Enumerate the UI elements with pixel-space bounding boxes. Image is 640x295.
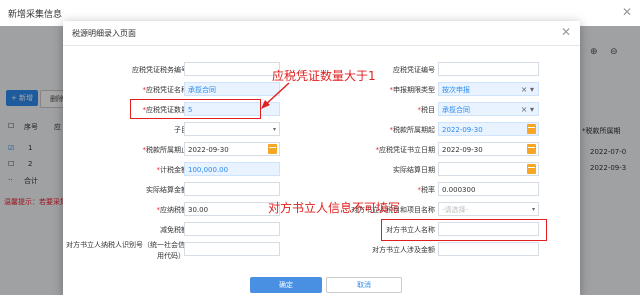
clear-caret-icon[interactable]: × ▾ <box>521 83 534 97</box>
tax-payable-input[interactable]: 30.00 <box>184 202 280 216</box>
tax-amount-label: 计税金额 <box>63 165 188 175</box>
detail-entry-dialog: 税源明细录入页面 ✕ 应税凭证税务编号 应税凭证编号 应税凭证名称 承揽合同 申… <box>63 21 580 295</box>
close-icon[interactable]: ✕ <box>561 25 571 39</box>
report-type-label: 申报期限类型 <box>310 85 435 95</box>
tax-item-select[interactable]: 承揽合同 × ▾ <box>438 102 539 116</box>
annotation-cp: 对方书立人信息不可填写 <box>268 201 401 215</box>
sub-item-select[interactable]: ▾ <box>184 122 280 136</box>
cp-item-name-value: -请选择- <box>442 206 469 214</box>
annotation-arrow <box>261 82 290 109</box>
sub-item-label: 子目 <box>174 126 188 134</box>
tax-reduction-label: 减免税额 <box>160 226 188 234</box>
calendar-icon[interactable] <box>527 164 536 174</box>
cp-item-name-select[interactable]: -请选择- ▾ <box>438 202 539 216</box>
sign-date-value: 2022-09-30 <box>442 146 483 154</box>
settle-amount-label: 实际结算金额 <box>146 186 188 194</box>
settle-date-label: 实际结算日期 <box>393 166 435 174</box>
report-type-select[interactable]: 按次申报 × ▾ <box>438 82 539 96</box>
tax-item-label: 税目 <box>310 105 435 115</box>
period-start-input[interactable]: 2022-09-30 <box>438 122 539 136</box>
period-end-value: 2022-09-30 <box>188 146 229 154</box>
cp-amount-input[interactable] <box>438 242 539 256</box>
highlight-box-qty <box>130 99 261 119</box>
settle-amount-input[interactable] <box>184 182 280 196</box>
tax-rate-input[interactable]: 0.000300 <box>438 182 539 196</box>
voucher-name-label: 应税凭证名称 <box>63 85 188 95</box>
dialog-header: 税源明细录入页面 ✕ <box>63 21 580 46</box>
period-start-value: 2022-09-30 <box>442 126 483 134</box>
calendar-icon[interactable] <box>527 144 536 154</box>
close-icon[interactable]: ✕ <box>622 5 632 19</box>
highlight-box-cp <box>381 219 547 241</box>
window-title: 新增采集信息 <box>8 10 63 20</box>
tax-amount-input[interactable]: 100,000.00 <box>184 162 280 176</box>
tax-payable-label: 应纳税额 <box>63 205 188 215</box>
cp-taxpayer-id-label: 对方书立人纳税人识别号（统一社会信用代码） <box>66 241 185 260</box>
tax-rate-label: 税率 <box>310 185 435 195</box>
period-end-label: 税款所属期止 <box>63 145 188 155</box>
tax-reduction-input[interactable] <box>184 222 280 236</box>
confirm-button[interactable]: 确定 <box>250 277 322 293</box>
voucher-no-input[interactable] <box>438 62 539 76</box>
calendar-icon[interactable] <box>268 144 277 154</box>
sign-date-input[interactable]: 2022-09-30 <box>438 142 539 156</box>
chevron-down-icon: ▾ <box>272 126 276 133</box>
clear-caret-icon[interactable]: × ▾ <box>521 103 534 117</box>
settle-date-input[interactable] <box>438 162 539 176</box>
voucher-tax-no-label: 应税凭证税务编号 <box>132 66 188 74</box>
period-start-label: 税款所属期起 <box>310 125 435 135</box>
calendar-icon[interactable] <box>527 124 536 134</box>
cp-taxpayer-id-input[interactable] <box>184 242 280 256</box>
sign-date-label: 应税凭证书立日期 <box>310 145 435 155</box>
cp-amount-label: 对方书立人涉及金额 <box>372 246 435 254</box>
dialog-title: 税源明细录入页面 <box>72 29 136 38</box>
cancel-button[interactable]: 取消 <box>326 277 402 293</box>
report-type-value: 按次申报 <box>442 86 470 94</box>
tax-item-value: 承揽合同 <box>442 106 470 114</box>
voucher-tax-no-input[interactable] <box>184 62 280 76</box>
period-end-input[interactable]: 2022-09-30 <box>184 142 280 156</box>
chevron-down-icon: ▾ <box>531 206 535 213</box>
